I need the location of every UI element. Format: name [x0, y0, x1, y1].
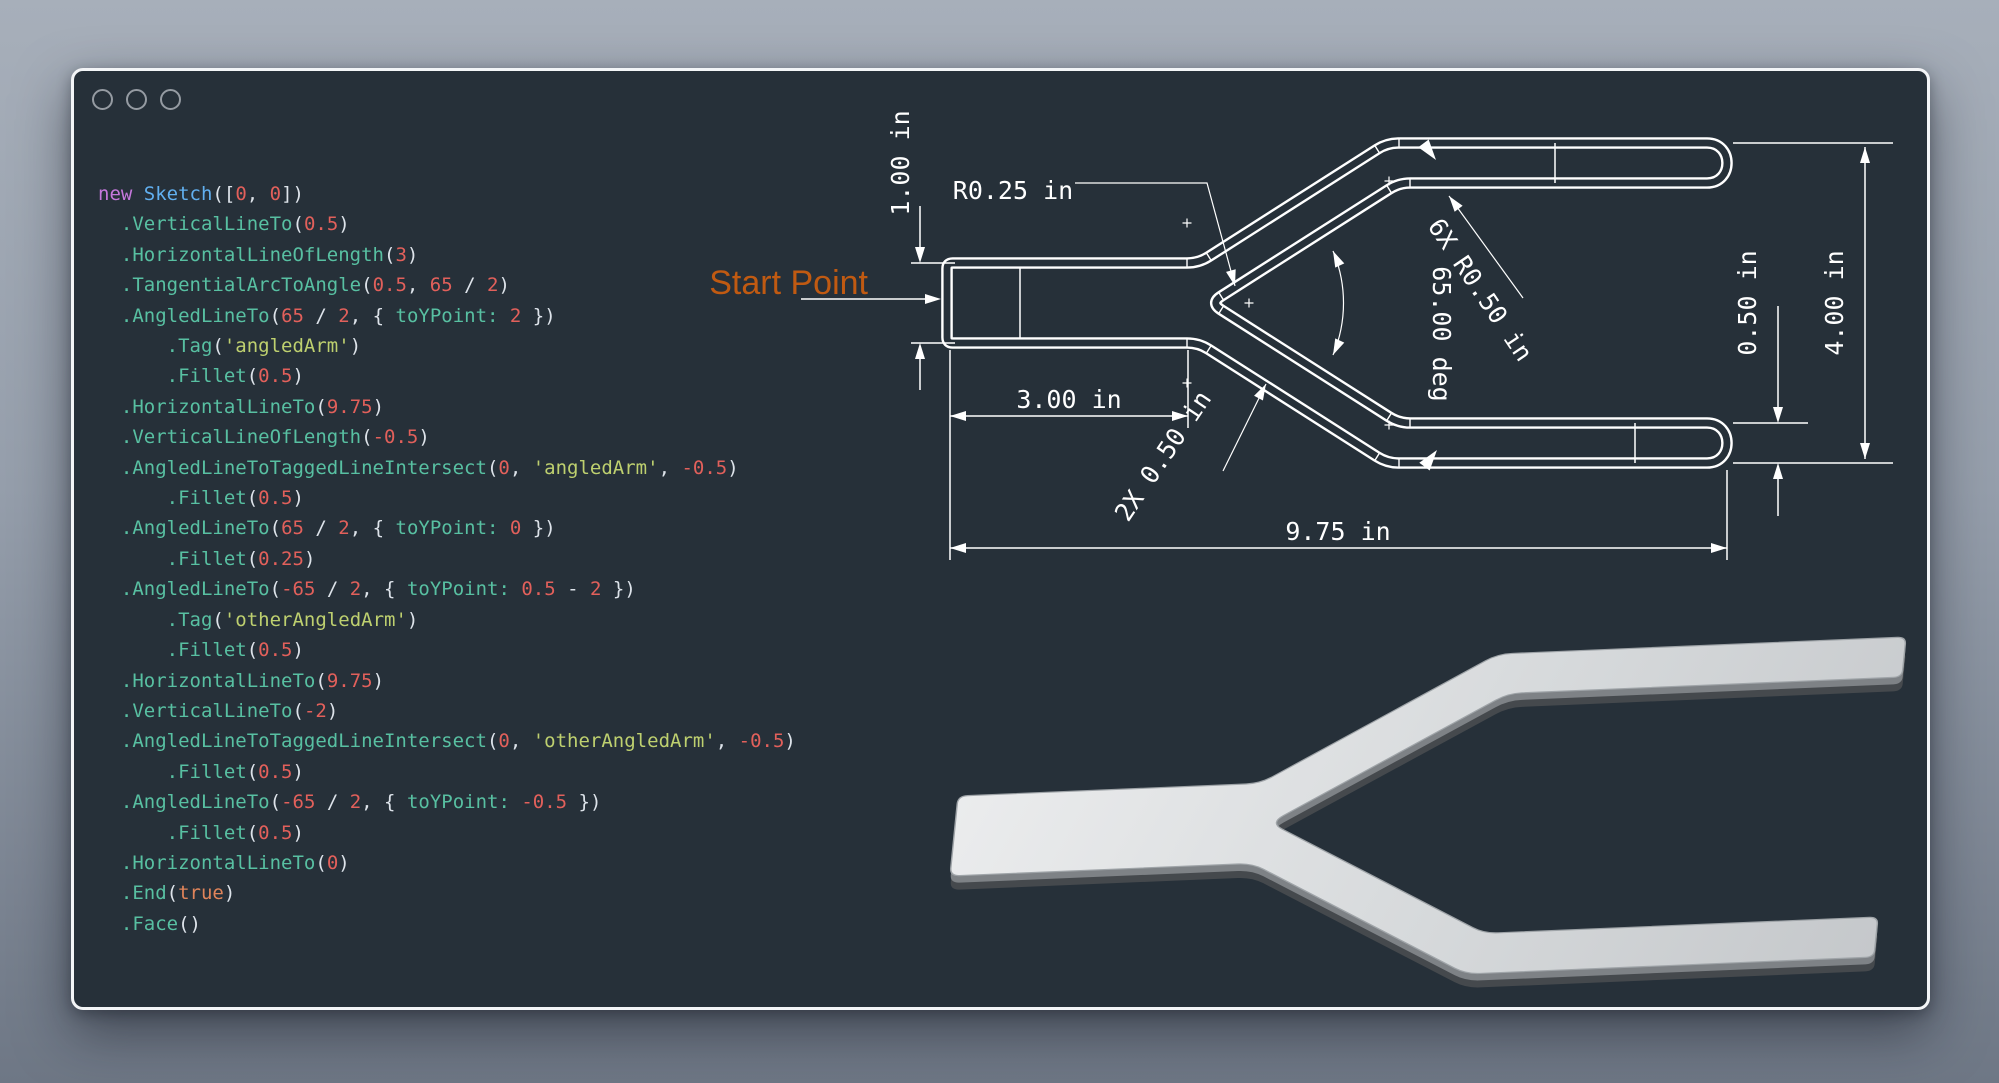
code-line: .Fillet(0.5) — [98, 635, 796, 665]
code-line: .Fillet(0.5) — [98, 757, 796, 787]
code-line: .VerticalLineTo(-2) — [98, 696, 796, 726]
minimize-button-icon[interactable] — [126, 89, 147, 110]
arm-height-label: 0.50 in — [1733, 250, 1762, 355]
code-line: .HorizontalLineTo(0) — [98, 848, 796, 878]
technical-drawing: 3.00 in 9.75 in R0.25 in 1.00 in 0.50 in… — [683, 78, 1927, 618]
code-line: .Face() — [98, 909, 796, 939]
code-line: .End(true) — [98, 878, 796, 908]
app-window: new Sketch([0, 0]) .VerticalLineTo(0.5) … — [71, 68, 1930, 1010]
code-line: .Fillet(0.5) — [98, 818, 796, 848]
total-height-label: 4.00 in — [1820, 250, 1849, 355]
total-length-label: 9.75 in — [1285, 517, 1390, 546]
3d-render — [933, 591, 1923, 1008]
window-controls — [92, 89, 181, 110]
code-line: .AngledLineToTaggedLineIntersect(0, 'oth… — [98, 726, 796, 756]
arm-width-label: 2X 0.50 in — [1109, 385, 1217, 526]
crotch-radius-label: R0.25 in — [953, 176, 1073, 205]
start-point-label: Start Point — [709, 264, 868, 302]
part-3d — [938, 637, 1906, 1008]
close-button-icon[interactable] — [92, 89, 113, 110]
handle-height-label: 1.00 in — [886, 110, 915, 215]
dimension-lines — [801, 143, 1893, 560]
handle-length-label: 3.00 in — [1016, 385, 1121, 414]
code-line: .AngledLineTo(-65 / 2, { toYPoint: -0.5 … — [98, 787, 796, 817]
branch-angle-label: 65.00 deg — [1427, 266, 1456, 401]
maximize-button-icon[interactable] — [160, 89, 181, 110]
code-line: .HorizontalLineTo(9.75) — [98, 666, 796, 696]
